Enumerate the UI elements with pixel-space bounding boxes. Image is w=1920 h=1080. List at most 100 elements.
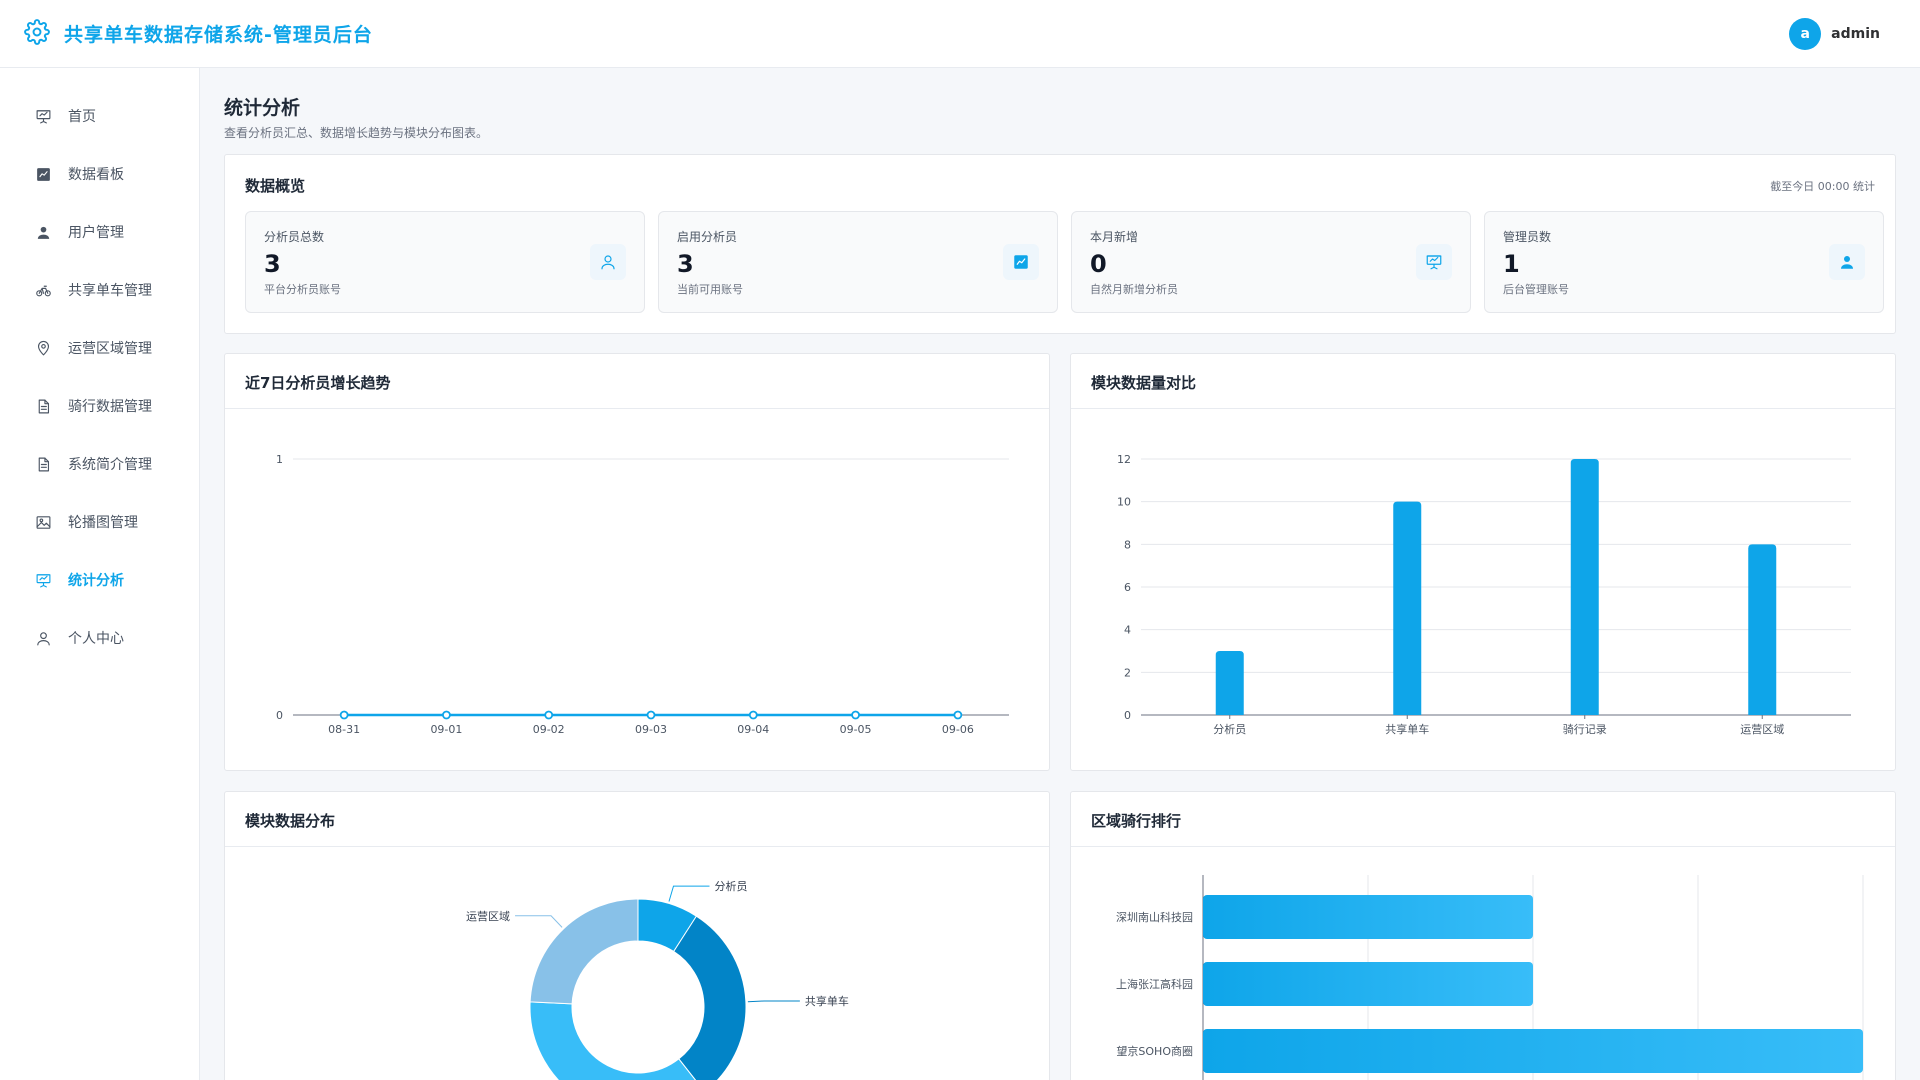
pie-chart[interactable]: 分析员共享单车骑行记录运营区域: [225, 847, 1051, 1080]
data-point: [953, 710, 963, 720]
y-tick-label: 0: [1124, 709, 1131, 722]
pie-label-line: [747, 1000, 800, 1003]
stat-label: 本月新增: [1090, 230, 1139, 244]
x-tick-label: 运营区域: [1740, 722, 1784, 736]
bar: [1203, 962, 1533, 1006]
sidebar-item-6[interactable]: 系统简介管理: [0, 435, 199, 493]
y-tick-label: 12: [1117, 453, 1131, 466]
pie-label: 共享单车: [805, 994, 849, 1008]
stat-value: 3: [264, 250, 281, 278]
y-tick-label: 4: [1124, 624, 1131, 637]
user-menu[interactable]: a admin: [1789, 17, 1880, 50]
y-tick-label: 8: [1124, 538, 1131, 551]
y-tick-label: 上海张江高科园: [1116, 977, 1193, 991]
sidebar-item-4[interactable]: 运营区域管理: [0, 319, 199, 377]
chart-line-icon: [34, 165, 52, 183]
pie-chart-title: 模块数据分布: [245, 812, 336, 830]
bar: [1215, 651, 1244, 715]
sidebar-item-label: 轮播图管理: [68, 515, 138, 531]
stat-value: 0: [1090, 250, 1107, 278]
bar: [1203, 895, 1533, 939]
stat-value: 3: [677, 250, 694, 278]
sidebar-item-8[interactable]: 统计分析: [0, 551, 199, 609]
presentation-icon: [1416, 244, 1452, 280]
sidebar: 首页数据看板用户管理共享单车管理 运营区域管理 骑行数据管理系统简介管理轮播图管理统…: [0, 68, 200, 1080]
image-icon: [34, 513, 52, 531]
presentation-icon: [34, 107, 52, 125]
x-tick-label: 08-31: [328, 723, 360, 736]
user-outline-icon: [590, 244, 626, 280]
pie-label-line: [515, 915, 563, 928]
stat-card: 本月新增 0 自然月新增分析员: [1071, 211, 1471, 313]
overview-note: 截至今日 00:00 统计: [1770, 179, 1875, 193]
x-tick-label: 09-04: [737, 723, 769, 736]
x-tick-label: 分析员: [1213, 722, 1246, 736]
y-tick-label: 2: [1124, 666, 1131, 679]
page-title: 统计分析: [224, 97, 301, 119]
avatar[interactable]: a: [1789, 17, 1822, 50]
overview-title: 数据概览: [245, 177, 306, 195]
gear-icon: [24, 18, 50, 49]
user-icon: [34, 223, 52, 241]
bar-chart-title: 模块数据量对比: [1091, 374, 1197, 392]
sidebar-item-7[interactable]: 轮播图管理: [0, 493, 199, 551]
trend-chart[interactable]: 0 1 08-31 09-01 09-02 09-03 09-04 09-05 09-06: [225, 409, 1051, 771]
sidebar-item-2[interactable]: 用户管理: [0, 203, 199, 261]
sidebar-item-3[interactable]: 共享单车管理: [0, 261, 199, 319]
bar: [1570, 459, 1599, 715]
top-header: 共享单车数据存储系统-管理员后台 a admin: [0, 0, 1920, 68]
location-icon: [34, 339, 52, 357]
stat-label: 管理员数: [1503, 230, 1552, 244]
main-content: 统计分析 查看分析员汇总、数据增长趋势与模块分布图表。 数据概览 截至今日 00…: [224, 68, 1896, 1080]
app-title: 共享单车数据存储系统-管理员后台: [64, 24, 373, 46]
page-description: 查看分析员汇总、数据增长趋势与模块分布图表。: [224, 126, 489, 140]
bar: [1203, 1029, 1863, 1073]
document-icon: [34, 397, 52, 415]
username[interactable]: admin: [1831, 26, 1880, 42]
pie-slice: [529, 1001, 697, 1080]
sidebar-item-label: 共享单车管理: [68, 283, 152, 299]
x-tick-label: 09-02: [533, 723, 565, 736]
x-tick-label: 骑行记录: [1563, 723, 1607, 736]
sidebar-item-label: 骑行数据管理: [68, 399, 152, 415]
bicycle-icon: [34, 281, 52, 299]
bar-chart-panel: 模块数据量对比 0 2 4 6 8 10 12 分析员 共享单车 骑行记录 运营区域: [1070, 353, 1896, 771]
pie-chart-panel: 模块数据分布 分析员共享单车骑行记录运营区域: [224, 791, 1050, 1080]
sidebar-item-label: 首页: [68, 109, 96, 125]
data-point: [544, 710, 554, 720]
bar-chart[interactable]: 0 2 4 6 8 10 12 分析员 共享单车 骑行记录 运营区域: [1071, 409, 1897, 771]
sidebar-item-9[interactable]: 个人中心: [0, 609, 199, 667]
sidebar-item-1[interactable]: 数据看板: [0, 145, 199, 203]
rank-chart-panel: 区域骑行排行 深圳南山科技园 上海张江高科园 望京SOHO商圈: [1070, 791, 1896, 1080]
stat-value: 1: [1503, 250, 1520, 278]
sidebar-item-5[interactable]: 骑行数据管理: [0, 377, 199, 435]
stat-card: 分析员总数 3 平台分析员账号: [245, 211, 645, 313]
document-icon: [34, 455, 52, 473]
sidebar-item-0[interactable]: 首页: [0, 87, 199, 145]
sidebar-item-label: 统计分析: [68, 573, 124, 589]
pie-slice: [672, 915, 747, 1080]
pie-label: 运营区域: [466, 909, 510, 923]
x-tick-label: 09-05: [840, 723, 872, 736]
stat-subtext: 自然月新增分析员: [1090, 283, 1178, 296]
chart-line-icon: [1003, 244, 1039, 280]
x-tick-label: 09-06: [942, 723, 974, 736]
x-tick-label: 共享单车: [1385, 722, 1429, 736]
data-point: [748, 710, 758, 720]
stat-card: 启用分析员 3 当前可用账号: [658, 211, 1058, 313]
sidebar-item-label: 运营区域管理: [68, 341, 152, 357]
trend-chart-title: 近7日分析员增长趋势: [245, 374, 391, 392]
stat-subtext: 平台分析员账号: [264, 283, 341, 296]
sidebar-item-label: 个人中心: [68, 631, 124, 647]
stat-label: 分析员总数: [264, 230, 325, 244]
bar: [1748, 544, 1777, 715]
data-point: [646, 710, 656, 720]
sidebar-item-label: 数据看板: [68, 167, 124, 183]
stat-label: 启用分析员: [677, 230, 738, 244]
y-tick-label: 10: [1117, 496, 1131, 509]
stat-card: 管理员数 1 后台管理账号: [1484, 211, 1884, 313]
data-point: [339, 710, 349, 720]
x-tick-label: 09-03: [635, 723, 667, 736]
rank-chart[interactable]: 深圳南山科技园上海张江高科园望京SOHO商圈: [1071, 847, 1897, 1080]
y-tick-label: 6: [1124, 581, 1131, 594]
